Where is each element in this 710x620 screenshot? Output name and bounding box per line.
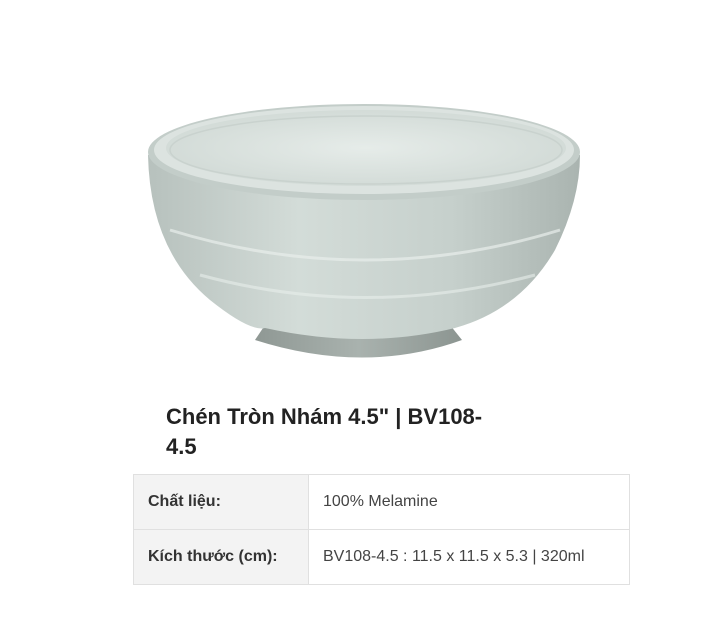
table-row: Chất liệu: 100% Melamine: [133, 474, 630, 530]
spec-value-material: 100% Melamine: [308, 474, 630, 530]
spec-label-material: Chất liệu:: [133, 474, 309, 530]
table-row: Kích thước (cm): BV108-4.5 : 11.5 x 11.5…: [133, 529, 630, 585]
bowl-image-icon: [148, 104, 580, 358]
product-title-line-2: 4.5: [166, 434, 197, 459]
spec-label-size: Kích thước (cm):: [133, 529, 309, 585]
product-image: [140, 100, 590, 375]
product-title-line-1: Chén Tròn Nhám 4.5" | BV108-: [166, 404, 483, 429]
product-title: Chén Tròn Nhám 4.5" | BV108- 4.5: [166, 402, 546, 462]
spec-table: Chất liệu: 100% Melamine Kích thước (cm)…: [133, 474, 630, 585]
spec-value-size: BV108-4.5 : 11.5 x 11.5 x 5.3 | 320ml: [308, 529, 630, 585]
